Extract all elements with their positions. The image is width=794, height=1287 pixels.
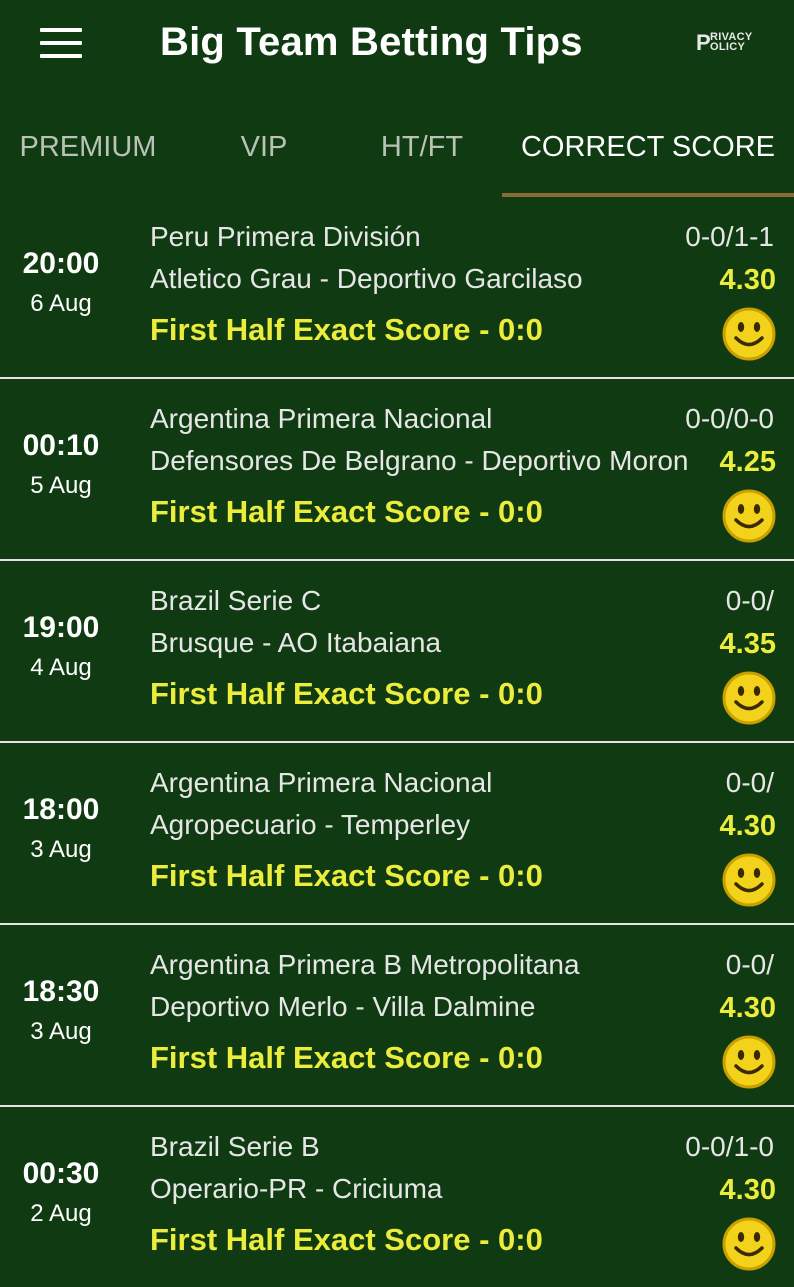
league-name: Brazil Serie C xyxy=(150,585,322,616)
tip-row[interactable]: 00:30 2 Aug Brazil Serie B Operario-PR -… xyxy=(0,1105,794,1287)
league-name: Argentina Primera Nacional xyxy=(150,767,493,798)
tip-prediction: First Half Exact Score - 0:0 xyxy=(150,1040,543,1075)
tab-bar: PREMIUM VIP HT/FT CORRECT SCORE xyxy=(0,95,794,200)
match-teams: Atletico Grau - Deportivo Garcilaso xyxy=(150,263,583,294)
odds-value: 4.35 xyxy=(719,628,776,660)
smiley-win-icon xyxy=(722,671,776,725)
tip-prediction: First Half Exact Score - 0:0 xyxy=(150,494,543,529)
smiley-win-icon xyxy=(722,853,776,907)
match-time: 18:00 xyxy=(22,793,100,826)
privacy-logo-letter: P xyxy=(696,30,711,55)
match-time: 20:00 xyxy=(22,247,100,280)
match-teams: Operario-PR - Criciuma xyxy=(150,1173,443,1204)
match-date: 6 Aug xyxy=(30,290,92,317)
tip-row[interactable]: 20:00 6 Aug Peru Primera División Atleti… xyxy=(0,197,794,377)
match-date: 4 Aug xyxy=(30,654,92,681)
tab-premium[interactable]: PREMIUM xyxy=(0,95,176,200)
odds-value: 4.30 xyxy=(719,1174,776,1206)
match-time: 00:10 xyxy=(22,429,100,462)
match-teams: Brusque - AO Itabaiana xyxy=(150,627,442,658)
final-score: 0-0/ xyxy=(725,767,774,798)
match-time: 19:00 xyxy=(22,611,100,644)
tip-row[interactable]: 18:30 3 Aug Argentina Primera B Metropol… xyxy=(0,923,794,1105)
final-score: 0-0/1-1 xyxy=(685,221,774,252)
menu-icon[interactable] xyxy=(40,28,84,60)
tip-prediction: First Half Exact Score - 0:0 xyxy=(150,1222,543,1257)
tips-list: 20:00 6 Aug Peru Primera División Atleti… xyxy=(0,197,794,1287)
smiley-win-icon xyxy=(722,1035,776,1089)
match-time: 00:30 xyxy=(22,1157,100,1190)
final-score: 0-0/0-0 xyxy=(685,403,774,434)
league-name: Brazil Serie B xyxy=(150,1131,320,1162)
odds-value: 4.30 xyxy=(719,264,776,296)
tab-correct-score[interactable]: CORRECT SCORE xyxy=(502,95,794,200)
odds-value: 4.25 xyxy=(719,446,776,478)
tab-vip[interactable]: VIP xyxy=(176,95,352,200)
match-date: 5 Aug xyxy=(30,472,92,499)
tip-row[interactable]: 19:00 4 Aug Brazil Serie C Brusque - AO … xyxy=(0,559,794,741)
smiley-win-icon xyxy=(722,1217,776,1271)
tip-prediction: First Half Exact Score - 0:0 xyxy=(150,858,543,893)
match-time: 18:30 xyxy=(22,975,100,1008)
privacy-logo-line2: OLICY xyxy=(710,41,746,53)
odds-value: 4.30 xyxy=(719,810,776,842)
match-teams: Agropecuario - Temperley xyxy=(150,809,471,840)
odds-value: 4.30 xyxy=(719,992,776,1024)
tip-row[interactable]: 18:00 3 Aug Argentina Primera Nacional A… xyxy=(0,741,794,923)
tip-prediction: First Half Exact Score - 0:0 xyxy=(150,312,543,347)
league-name: Peru Primera División xyxy=(150,221,421,252)
smiley-win-icon xyxy=(722,307,776,361)
league-name: Argentina Primera B Metropolitana xyxy=(150,949,580,980)
tip-prediction: First Half Exact Score - 0:0 xyxy=(150,676,543,711)
match-date: 2 Aug xyxy=(30,1200,92,1227)
tip-row[interactable]: 00:10 5 Aug Argentina Primera Nacional D… xyxy=(0,377,794,559)
match-date: 3 Aug xyxy=(30,1018,92,1045)
final-score: 0-0/ xyxy=(725,949,774,980)
match-teams: Deportivo Merlo - Villa Dalmine xyxy=(150,991,536,1022)
app-title: Big Team Betting Tips xyxy=(160,20,583,64)
smiley-win-icon xyxy=(722,489,776,543)
league-name: Argentina Primera Nacional xyxy=(150,403,493,434)
app-bar: Big Team Betting Tips P RIVACY OLICY xyxy=(0,0,794,95)
match-date: 3 Aug xyxy=(30,836,92,863)
tab-ht-ft[interactable]: HT/FT xyxy=(340,95,504,200)
final-score: 0-0/ xyxy=(725,585,774,616)
match-teams: Defensores De Belgrano - Deportivo Moron xyxy=(150,445,689,476)
privacy-policy-button[interactable]: P RIVACY OLICY xyxy=(696,32,772,62)
final-score: 0-0/1-0 xyxy=(685,1131,774,1162)
